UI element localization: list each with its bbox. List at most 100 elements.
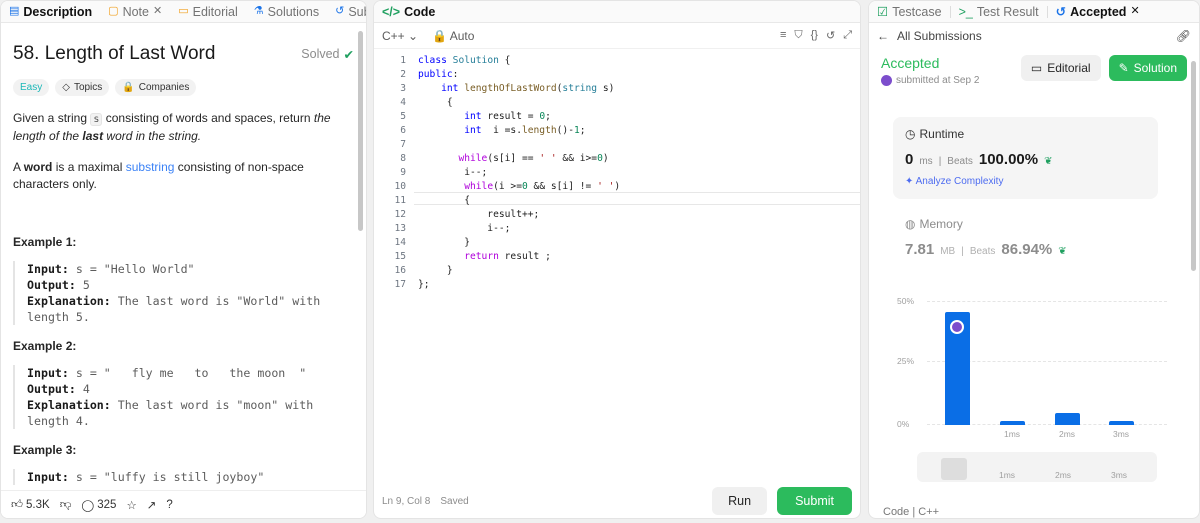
- star-icon: ☆: [126, 499, 137, 512]
- comment-icon: ◯: [81, 499, 95, 512]
- tab-solutions[interactable]: ⚗ Solutions: [246, 5, 327, 19]
- word-definition: A word is a maximal substring consisting…: [13, 160, 304, 191]
- braces-icon[interactable]: {}: [811, 29, 818, 42]
- format-icon[interactable]: ≡: [780, 29, 786, 42]
- chart-bar[interactable]: [945, 311, 970, 425]
- line-number: 5: [400, 111, 406, 122]
- line-number: 12: [394, 209, 406, 220]
- tab-accepted[interactable]: ↺ Accepted ✕: [1048, 4, 1148, 20]
- scrollbar[interactable]: [358, 31, 363, 231]
- tab-note[interactable]: ▢ Note ✕: [100, 5, 170, 19]
- submit-button[interactable]: Submit: [777, 487, 852, 515]
- example-block: Input: s = " fly me to the moon " Output…: [13, 365, 354, 429]
- chart-bar[interactable]: [1109, 421, 1134, 425]
- analyze-complexity-link[interactable]: ✦ Analyze Complexity: [905, 176, 1146, 187]
- share-icon: ↗: [146, 499, 157, 512]
- runtime-card[interactable]: ◷ Runtime 0 ms | Beats 100.00% ❦ ✦ Analyze Com…: [893, 117, 1158, 199]
- scrollbar[interactable]: [1191, 61, 1196, 271]
- code-panel: </> Code C++ ⌄ 🔒 Auto ≡ ⛉ {} ↺ ⤢ 1 2 3 4 …: [373, 0, 861, 519]
- code-editor[interactable]: 1 2 3 4 5 6 7 8 9 10 11 12 13 14 15 16 1…: [374, 49, 860, 489]
- code-line: public:: [418, 69, 459, 80]
- close-icon[interactable]: ✕: [1130, 6, 1139, 17]
- tab-testcase[interactable]: ☑ Testcase: [869, 4, 950, 20]
- flask-icon: ⚗: [253, 5, 264, 17]
- link-icon[interactable]: 🔗︎: [1176, 29, 1191, 43]
- code-line: i--;: [418, 167, 488, 178]
- solution-button[interactable]: ✎ Solution: [1108, 55, 1187, 81]
- code-line: while(s[i] == ' ' && i>=0): [458, 153, 609, 164]
- problem-title[interactable]: 58. Length of Last Word: [13, 43, 215, 65]
- runtime-distribution-chart[interactable]: 50% 25% 0% 1ms 2ms 3ms: [897, 291, 1167, 441]
- accepted-header: Accepted submitted at Sep 2 ▭ Editorial ✎…: [869, 49, 1199, 86]
- mini-tick-label: 3ms: [1111, 470, 1128, 480]
- tab-editorial[interactable]: ▭ Editorial: [170, 5, 246, 19]
- editor-footer: Ln 9, Col 8 Saved Run Submit: [374, 484, 860, 518]
- topics-tag[interactable]: ◇ Topics: [55, 79, 110, 96]
- dislike-button[interactable]: 👎︎: [60, 498, 72, 512]
- line-number: 13: [394, 223, 406, 234]
- line-number: 7: [400, 139, 406, 150]
- avatar: [881, 75, 892, 86]
- book-icon: ▭: [1030, 61, 1043, 75]
- example-heading: Example 3:: [13, 443, 77, 457]
- close-icon[interactable]: ✕: [153, 6, 162, 17]
- chart-range-slider[interactable]: 1ms 2ms 3ms: [917, 452, 1157, 482]
- example-heading: Example 2:: [13, 339, 77, 353]
- runtime-metric: 0 ms | Beats 100.00% ❦: [905, 151, 1053, 168]
- code-icon: </>: [382, 4, 401, 19]
- reset-icon[interactable]: ↺: [826, 29, 835, 42]
- line-number: 2: [400, 69, 406, 80]
- save-status: Saved: [440, 495, 469, 507]
- leaf-icon: ❦: [1058, 246, 1067, 257]
- left-footer: 👍︎ 5.3K 👎︎ ◯ 325 ☆ ↗ ?: [1, 490, 366, 518]
- terminal-icon: >_: [958, 4, 973, 19]
- like-button[interactable]: 👍︎ 5.3K: [11, 498, 50, 512]
- line-number: 8: [400, 153, 406, 164]
- user-marker-icon: [950, 319, 964, 334]
- tag-row: Easy ◇ Topics 🔒 Companies: [13, 79, 354, 96]
- submission-meta: submitted at Sep 2: [881, 75, 979, 86]
- chart-bar[interactable]: [1055, 412, 1080, 425]
- favorite-button[interactable]: ☆: [126, 498, 136, 512]
- bookmark-icon[interactable]: ⛉: [794, 29, 802, 42]
- edit-icon: ✎: [1118, 61, 1129, 75]
- checkbox-icon: ☑: [877, 5, 889, 19]
- run-button[interactable]: Run: [712, 487, 768, 515]
- tab-description[interactable]: ▤ Description: [1, 5, 100, 19]
- code-line: class Solution {: [418, 55, 511, 66]
- memory-block[interactable]: ◍ Memory 7.81 MB | Beats 86.94% ❦: [905, 217, 1067, 258]
- code-line: return result ;: [464, 251, 551, 262]
- comments-button[interactable]: ◯ 325: [81, 498, 116, 512]
- code-line: int i =s.length()-1;: [464, 125, 586, 136]
- help-button[interactable]: ?: [166, 499, 172, 511]
- language-select[interactable]: C++ ⌄: [382, 29, 418, 43]
- book-icon: ▭: [178, 5, 189, 17]
- line-number: 6: [400, 125, 406, 136]
- expand-icon[interactable]: ⤢: [843, 29, 852, 42]
- all-submissions-link[interactable]: ← All Submissions 🔗︎: [869, 23, 1199, 49]
- current-line-highlight: [414, 192, 860, 205]
- code-line: {: [418, 195, 470, 206]
- tag-icon: ◇: [62, 82, 70, 93]
- result-panel: ☑ Testcase >_ Test Result ↺ Accepted ✕ ← All …: [868, 0, 1200, 519]
- gridline: [927, 301, 1167, 302]
- tab-code[interactable]: </> Code: [374, 5, 443, 19]
- companies-tag[interactable]: 🔒 Companies: [115, 79, 197, 96]
- share-button[interactable]: ↗: [147, 498, 157, 512]
- line-number: 15: [394, 251, 406, 262]
- tab-submissions[interactable]: ↺Sub: [327, 5, 366, 19]
- line-number: 10: [394, 181, 406, 192]
- code-line: result++;: [418, 209, 540, 220]
- line-number: 14: [394, 237, 406, 248]
- chart-bar[interactable]: [1000, 421, 1025, 425]
- editorial-button[interactable]: ▭ Editorial: [1020, 55, 1101, 81]
- leaf-icon: ❦: [1044, 156, 1053, 167]
- range-handle[interactable]: [941, 458, 967, 480]
- inline-code: s: [90, 113, 103, 126]
- tab-test-result[interactable]: >_ Test Result: [951, 5, 1047, 19]
- y-tick-label: 50%: [897, 296, 915, 306]
- mini-tick-label: 2ms: [1055, 470, 1072, 480]
- mode-selector[interactable]: 🔒 Auto: [432, 29, 474, 43]
- substring-link[interactable]: substring: [126, 160, 175, 174]
- memory-metric: 7.81 MB | Beats 86.94% ❦: [905, 241, 1067, 258]
